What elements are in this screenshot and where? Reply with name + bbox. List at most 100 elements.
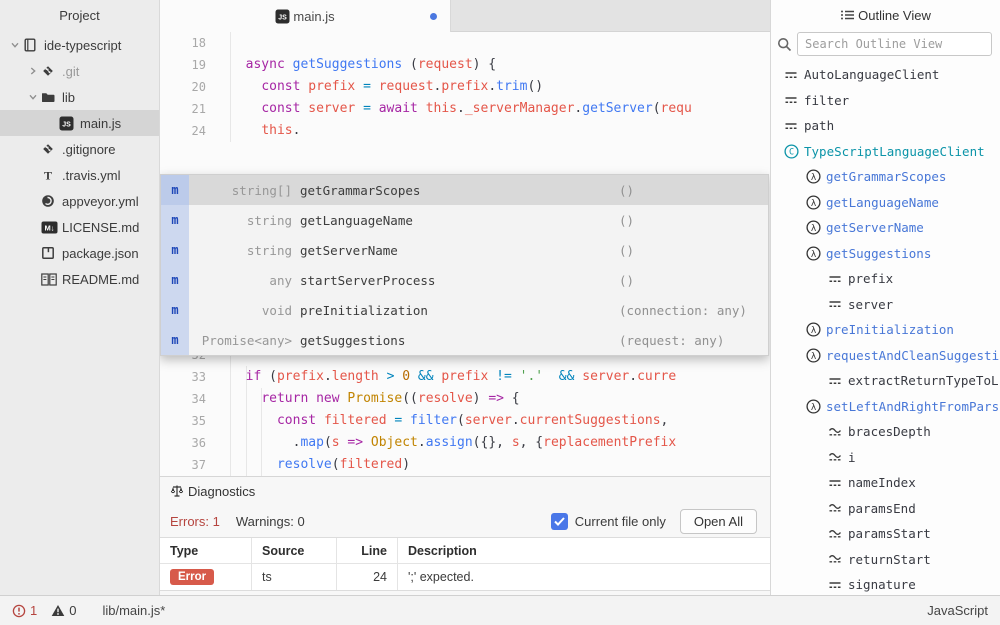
outline-item-i[interactable]: i bbox=[771, 445, 1000, 471]
readme-icon bbox=[41, 272, 58, 286]
outline-item-getsuggestions[interactable]: λgetSuggestions bbox=[771, 241, 1000, 267]
code-text: .map(s => Object.assign({}, s, {replacem… bbox=[230, 432, 676, 454]
outline-item-nameindex[interactable]: nameIndex bbox=[771, 470, 1000, 496]
outline-item-prefix[interactable]: prefix bbox=[771, 266, 1000, 292]
chevron-down-icon[interactable] bbox=[24, 90, 41, 104]
outline-item-paramsend[interactable]: paramsEnd bbox=[771, 496, 1000, 522]
code-editor[interactable]: 1819 async getSuggestions (request) {20 … bbox=[160, 32, 770, 476]
outline-search-input[interactable] bbox=[797, 32, 992, 56]
autocomplete-row-preinitialization[interactable]: mvoidpreInitialization(connection: any) bbox=[161, 295, 768, 325]
statusbar-language[interactable]: JavaScript bbox=[927, 603, 988, 618]
markdown-icon: M↓ bbox=[41, 220, 58, 234]
diagnostics-table-header: TypeSourceLineDescription bbox=[160, 538, 770, 564]
code-line[interactable]: 33 if (prefix.length > 0 && prefix != '.… bbox=[160, 366, 770, 388]
project-panel: Project ide-typescript.gitlibJSmain.js.g… bbox=[0, 0, 160, 595]
diagnostics-row[interactable]: Errorts24';' expected. bbox=[160, 564, 770, 590]
line-number: 36 bbox=[160, 432, 206, 454]
tree-item-git[interactable]: .git bbox=[0, 58, 159, 84]
class-icon: C bbox=[784, 144, 804, 158]
code-text: this. bbox=[230, 120, 300, 142]
outline-item-path[interactable]: path bbox=[771, 113, 1000, 139]
tree-item-label: lib bbox=[62, 90, 75, 105]
autocomplete-row-startserverprocess[interactable]: manystartServerProcess() bbox=[161, 265, 768, 295]
outline-item-label: server bbox=[848, 297, 893, 312]
autocomplete-row-getservername[interactable]: mstringgetServerName() bbox=[161, 235, 768, 265]
outline-item-label: paramsStart bbox=[848, 526, 931, 541]
open-all-button[interactable]: Open All bbox=[680, 509, 757, 534]
outline-item-typescriptlanguageclient[interactable]: CTypeScriptLanguageClient bbox=[771, 139, 1000, 165]
outline-item-label: nameIndex bbox=[848, 475, 916, 490]
outline-item-setleftandrightfrompars[interactable]: λsetLeftAndRightFromPars bbox=[771, 394, 1000, 420]
tree-item-label: ide-typescript bbox=[44, 38, 121, 53]
method-icon: λ bbox=[806, 246, 826, 260]
outline-item-bracesdepth[interactable]: bracesDepth bbox=[771, 419, 1000, 445]
outline-item-getgrammarscopes[interactable]: λgetGrammarScopes bbox=[771, 164, 1000, 190]
outline-item-paramsstart[interactable]: paramsStart bbox=[771, 521, 1000, 547]
line-number: 33 bbox=[160, 366, 206, 388]
method-kind-icon: m bbox=[161, 235, 189, 265]
tree-item-license-md[interactable]: M↓LICENSE.md bbox=[0, 214, 159, 240]
tree-item-gitignore[interactable]: .gitignore bbox=[0, 136, 159, 162]
tree-item-lib[interactable]: lib bbox=[0, 84, 159, 110]
tree-item-package-json[interactable]: package.json bbox=[0, 240, 159, 266]
diagnostics-panel: Diagnostics Errors: 1 Warnings: 0 Curren… bbox=[160, 476, 770, 595]
svg-text:λ: λ bbox=[811, 352, 817, 362]
outline-item-server[interactable]: server bbox=[771, 292, 1000, 318]
code-line[interactable]: 18 bbox=[160, 32, 770, 54]
variable-icon bbox=[784, 68, 804, 82]
outline-item-getservername[interactable]: λgetServerName bbox=[771, 215, 1000, 241]
code-line[interactable]: 36 .map(s => Object.assign({}, s, {repla… bbox=[160, 432, 770, 454]
chevron-down-icon[interactable] bbox=[6, 38, 23, 52]
code-line[interactable]: 19 async getSuggestions (request) { bbox=[160, 54, 770, 76]
outline-item-extractreturntypetol[interactable]: extractReturnTypeToL bbox=[771, 368, 1000, 394]
method-icon: λ bbox=[806, 221, 826, 235]
autocomplete-row-getsuggestions[interactable]: mPromise<any>getSuggestions(request: any… bbox=[161, 325, 768, 355]
outline-item-filter[interactable]: filter bbox=[771, 88, 1000, 114]
suggestion-signature: () bbox=[619, 243, 634, 258]
tree-item-appveyor-yml[interactable]: appveyor.yml bbox=[0, 188, 159, 214]
outline-item-autolanguageclient[interactable]: AutoLanguageClient bbox=[771, 62, 1000, 88]
outline-item-label: getGrammarScopes bbox=[826, 169, 946, 184]
tree-item-ide-typescript[interactable]: ide-typescript bbox=[0, 32, 159, 58]
tree-indent-spacer bbox=[24, 220, 41, 234]
code-text: if (prefix.length > 0 && prefix != '.' &… bbox=[230, 366, 676, 388]
code-line[interactable]: 24 this. bbox=[160, 120, 770, 142]
tree-item-main-js[interactable]: JSmain.js bbox=[0, 110, 159, 136]
outline-item-signature[interactable]: signature bbox=[771, 572, 1000, 595]
statusbar-warnings[interactable]: 0 bbox=[51, 603, 76, 618]
code-line[interactable]: 35 const filtered = filter(server.curren… bbox=[160, 410, 770, 432]
svg-text:M↓: M↓ bbox=[45, 223, 55, 232]
variable-icon bbox=[828, 476, 848, 490]
tree-indent-spacer bbox=[24, 142, 41, 156]
code-line[interactable]: 37 resolve(filtered) bbox=[160, 454, 770, 476]
diagnostic-line-cell: 24 bbox=[337, 564, 398, 590]
outline-item-returnstart[interactable]: returnStart bbox=[771, 547, 1000, 573]
git-icon bbox=[41, 64, 58, 78]
js-badge-icon: JS bbox=[59, 116, 76, 130]
statusbar-errors[interactable]: 1 bbox=[12, 603, 37, 618]
code-line[interactable]: 20 const prefix = request.prefix.trim() bbox=[160, 76, 770, 98]
outline-item-requestandcleansuggesti[interactable]: λrequestAndCleanSuggesti bbox=[771, 343, 1000, 369]
statusbar-file-path[interactable]: lib/main.js* bbox=[102, 603, 165, 618]
suggestion-type: string bbox=[189, 213, 292, 228]
diagnostics-header-type: Type bbox=[160, 538, 252, 564]
tree-item-travis-yml[interactable]: T.travis.yml bbox=[0, 162, 159, 188]
chevron-right-icon[interactable] bbox=[24, 64, 41, 78]
repo-icon bbox=[23, 38, 40, 52]
tab-main-js[interactable]: JS main.js bbox=[160, 0, 451, 32]
code-line[interactable]: 21 const server = await this._serverMana… bbox=[160, 98, 770, 120]
current-file-only-checkbox[interactable] bbox=[551, 513, 568, 530]
travis-icon: T bbox=[41, 168, 58, 182]
outline-item-preinitialization[interactable]: λpreInitialization bbox=[771, 317, 1000, 343]
autocomplete-row-getlanguagename[interactable]: mstringgetLanguageName() bbox=[161, 205, 768, 235]
suggestion-signature: () bbox=[619, 183, 634, 198]
svg-text:C: C bbox=[789, 147, 794, 157]
suggestion-name: getGrammarScopes bbox=[292, 183, 619, 198]
tree-item-readme-md[interactable]: README.md bbox=[0, 266, 159, 292]
tree-item-label: appveyor.yml bbox=[62, 194, 139, 209]
autocomplete-row-getgrammarscopes[interactable]: mstring[]getGrammarScopes() bbox=[161, 175, 768, 205]
diagnostic-source-cell: ts bbox=[252, 564, 337, 590]
outline-item-getlanguagename[interactable]: λgetLanguageName bbox=[771, 190, 1000, 216]
list-icon bbox=[840, 8, 858, 22]
code-line[interactable]: 34 return new Promise((resolve) => { bbox=[160, 388, 770, 410]
